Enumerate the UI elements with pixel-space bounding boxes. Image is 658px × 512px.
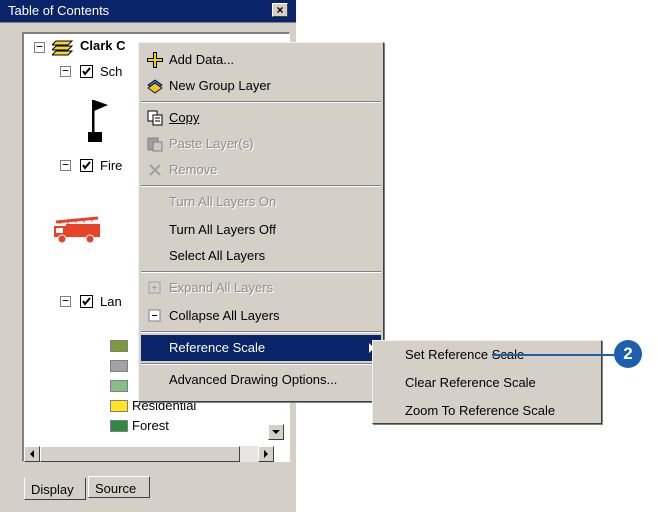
menu-item-paste-layers: Paste Layer(s) bbox=[141, 131, 381, 157]
legend-swatch-forest bbox=[110, 420, 128, 432]
menu-label-paste-layers: Paste Layer(s) bbox=[169, 136, 254, 151]
menu-separator bbox=[141, 101, 381, 103]
callout-line bbox=[492, 354, 614, 356]
tab-source-label: Source bbox=[95, 481, 137, 496]
tab-display-label: Display bbox=[31, 482, 74, 497]
layer-label-landuse[interactable]: Lan bbox=[100, 294, 122, 309]
reference-scale-submenu: Set Reference Scale Clear Reference Scal… bbox=[372, 340, 602, 424]
add-data-icon bbox=[147, 52, 163, 68]
scroll-right-button[interactable] bbox=[258, 446, 274, 462]
arrow-left-icon bbox=[30, 450, 34, 458]
menu-label-add-data: Add Data... bbox=[169, 52, 235, 67]
scroll-down-button[interactable] bbox=[268, 424, 284, 440]
copy-icon bbox=[147, 110, 163, 126]
legend-swatch-3 bbox=[110, 380, 128, 392]
menu-separator bbox=[141, 363, 381, 365]
menu-item-remove: Remove bbox=[141, 157, 381, 183]
menu-item-turn-all-layers-off[interactable]: Turn All Layers Off bbox=[141, 217, 381, 243]
legend-swatch-2 bbox=[110, 360, 128, 372]
collapse-toggle-fire[interactable]: − bbox=[60, 159, 71, 171]
collapse-toggle-root[interactable]: − bbox=[34, 41, 45, 53]
context-menu: Add Data... New Group Layer Copy Paste L… bbox=[138, 42, 384, 402]
tab-display[interactable]: Display bbox=[24, 478, 86, 500]
menu-label-advanced-drawing: Advanced Drawing Options... bbox=[169, 372, 338, 387]
toc-title: Table of Contents bbox=[8, 3, 110, 18]
layer-visibility-checkbox-schools[interactable] bbox=[80, 65, 93, 78]
submenu-item-clear-reference-scale[interactable]: Clear Reference Scale bbox=[405, 375, 536, 390]
scroll-left-button[interactable] bbox=[24, 446, 40, 462]
menu-item-select-all-layers[interactable]: Select All Layers bbox=[141, 243, 381, 269]
menu-item-turn-all-layers-on: Turn All Layers On bbox=[141, 189, 381, 215]
horizontal-scrollbar[interactable] bbox=[24, 446, 274, 462]
collapse-minus-icon bbox=[148, 309, 161, 322]
menu-label-turn-all-on: Turn All Layers On bbox=[169, 194, 277, 209]
arrow-right-icon bbox=[264, 450, 268, 458]
menu-label-select-all: Select All Layers bbox=[169, 248, 266, 263]
layer-label-schools[interactable]: Sch bbox=[100, 64, 122, 79]
menu-item-new-group-layer[interactable]: New Group Layer bbox=[141, 73, 381, 99]
menu-label-copy: Copy bbox=[169, 110, 200, 125]
layer-visibility-checkbox-fire[interactable] bbox=[80, 159, 93, 172]
menu-item-expand-all-layers: Expand All Layers bbox=[141, 275, 381, 301]
menu-label-expand-all: Expand All Layers bbox=[169, 280, 274, 295]
menu-separator bbox=[141, 331, 381, 333]
collapse-toggle-landuse[interactable]: − bbox=[60, 295, 71, 307]
layer-visibility-checkbox-landuse[interactable] bbox=[80, 295, 93, 308]
collapse-toggle-schools[interactable]: − bbox=[60, 65, 71, 77]
close-icon: × bbox=[276, 3, 284, 17]
legend-swatch-1 bbox=[110, 340, 128, 352]
data-frame-label[interactable]: Clark C bbox=[80, 38, 126, 53]
submenu-item-zoom-to-reference-scale[interactable]: Zoom To Reference Scale bbox=[405, 403, 555, 418]
step-number-badge: 2 bbox=[614, 340, 642, 368]
horizontal-scroll-thumb[interactable] bbox=[40, 446, 240, 462]
close-button[interactable]: × bbox=[272, 3, 288, 17]
legend-swatch-residential bbox=[110, 400, 128, 412]
menu-label-turn-all-off: Turn All Layers Off bbox=[169, 222, 276, 237]
menu-item-copy[interactable]: Copy bbox=[141, 105, 381, 131]
menu-separator bbox=[141, 271, 381, 273]
toc-title-bar[interactable]: Table of Contents × bbox=[0, 0, 296, 23]
legend-label-forest: Forest bbox=[132, 418, 169, 433]
menu-item-add-data[interactable]: Add Data... bbox=[141, 47, 381, 73]
menu-separator bbox=[141, 185, 381, 187]
menu-item-reference-scale[interactable]: Reference Scale bbox=[141, 335, 381, 361]
tab-source[interactable]: Source bbox=[88, 476, 150, 498]
menu-label-new-group-layer: New Group Layer bbox=[169, 78, 271, 93]
menu-label-collapse-all: Collapse All Layers bbox=[169, 308, 280, 323]
menu-item-advanced-drawing-options[interactable]: Advanced Drawing Options... bbox=[141, 367, 381, 393]
group-layer-icon bbox=[147, 79, 163, 94]
layers-stack-icon bbox=[52, 40, 74, 56]
flag-icon bbox=[88, 100, 108, 142]
menu-item-collapse-all-layers[interactable]: Collapse All Layers bbox=[141, 303, 381, 329]
menu-label-remove: Remove bbox=[169, 162, 218, 177]
fire-truck-icon bbox=[54, 216, 100, 244]
expand-plus-icon bbox=[148, 281, 161, 294]
menu-label-reference-scale: Reference Scale bbox=[169, 340, 266, 355]
paste-icon bbox=[147, 137, 163, 152]
layer-label-fire[interactable]: Fire bbox=[100, 158, 122, 173]
remove-x-icon bbox=[149, 164, 161, 176]
arrow-down-icon bbox=[272, 430, 280, 434]
